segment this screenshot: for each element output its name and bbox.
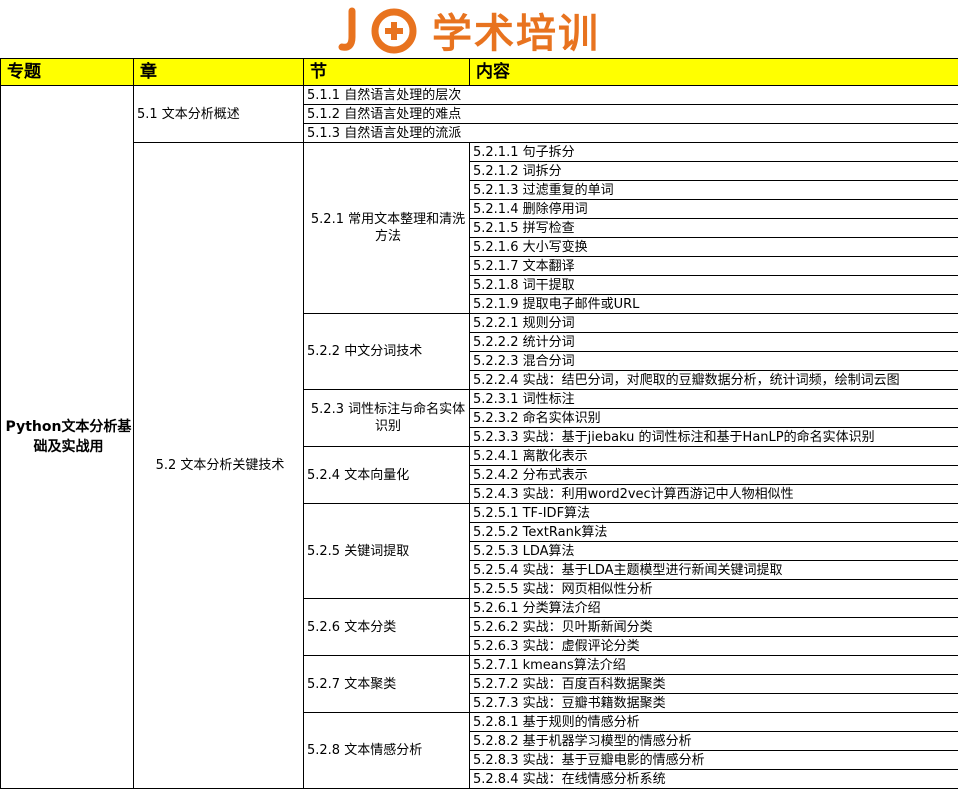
table-row: 5.2 文本分析关键技术 5.2.1 常用文本整理和清洗方法 5.2.1.1 句…: [1, 143, 958, 162]
content-cell: 5.2.5.2 TextRank算法: [470, 523, 958, 542]
content-cell: 5.2.1.2 词拆分: [470, 162, 958, 181]
section-cell: 5.1.1 自然语言处理的层次: [304, 86, 958, 105]
content-cell: 5.2.2.3 混合分词: [470, 352, 958, 371]
column-header-chapter: 章: [134, 59, 304, 86]
column-header-section: 节: [304, 59, 470, 86]
column-header-topic: 专题: [1, 59, 134, 86]
content-cell: 5.2.1.6 大小写变换: [470, 238, 958, 257]
topic-cell: Python文本分析基础及实战用: [1, 86, 134, 789]
content-cell: 5.2.1.7 文本翻译: [470, 257, 958, 276]
section-cell: 5.2.1 常用文本整理和清洗方法: [304, 143, 470, 314]
section-cell: 5.2.7 文本聚类: [304, 656, 470, 713]
content-cell: 5.2.5.4 实战：基于LDA主题模型进行新闻关键词提取: [470, 561, 958, 580]
content-cell: 5.2.8.3 实战：基于豆瓣电影的情感分析: [470, 751, 958, 770]
logo-mark-icon: [338, 5, 424, 55]
content-cell: 5.2.2.2 统计分词: [470, 333, 958, 352]
content-cell: 5.2.1.1 句子拆分: [470, 143, 958, 162]
content-cell: 5.2.7.3 实战：豆瓣书籍数据聚类: [470, 694, 958, 713]
course-outline-table: 专题 章 节 内容 Python文本分析基础及实战用 5.1 文本分析概述 5.…: [0, 58, 958, 789]
table-row: Python文本分析基础及实战用 5.1 文本分析概述 5.1.1 自然语言处理…: [1, 86, 958, 105]
content-cell: 5.2.5.3 LDA算法: [470, 542, 958, 561]
section-cell: 5.2.2 中文分词技术: [304, 314, 470, 390]
content-cell: 5.2.7.2 实战：百度百科数据聚类: [470, 675, 958, 694]
content-cell: 5.2.4.1 离散化表示: [470, 447, 958, 466]
section-cell: 5.1.3 自然语言处理的流派: [304, 124, 958, 143]
content-cell: 5.2.3.1 词性标注: [470, 390, 958, 409]
content-cell: 5.2.6.2 实战：贝叶斯新闻分类: [470, 618, 958, 637]
content-cell: 5.2.2.1 规则分词: [470, 314, 958, 333]
chapter-cell: 5.2 文本分析关键技术: [134, 143, 304, 789]
column-header-content: 内容: [470, 59, 958, 86]
chapter-cell: 5.1 文本分析概述: [134, 86, 304, 143]
content-cell: 5.2.1.5 拼写检查: [470, 219, 958, 238]
content-cell: 5.2.2.4 实战：结巴分词，对爬取的豆瓣数据分析，统计词频，绘制词云图: [470, 371, 958, 390]
content-cell: 5.2.5.5 实战：网页相似性分析: [470, 580, 958, 599]
content-cell: 5.2.4.3 实战：利用word2vec计算西游记中人物相似性: [470, 485, 958, 504]
page-header: 学术培训: [0, 0, 958, 58]
content-cell: 5.2.7.1 kmeans算法介绍: [470, 656, 958, 675]
content-cell: 5.2.1.9 提取电子邮件或URL: [470, 295, 958, 314]
content-cell: 5.2.8.4 实战：在线情感分析系统: [470, 770, 958, 789]
content-cell: 5.2.6.3 实战：虚假评论分类: [470, 637, 958, 656]
content-cell: 5.2.3.3 实战：基于jiebaku 的词性标注和基于HanLP的命名实体识…: [470, 428, 958, 447]
content-cell: 5.2.3.2 命名实体识别: [470, 409, 958, 428]
section-cell: 5.2.4 文本向量化: [304, 447, 470, 504]
content-cell: 5.2.4.2 分布式表示: [470, 466, 958, 485]
section-cell: 5.2.3 词性标注与命名实体识别: [304, 390, 470, 447]
content-cell: 5.2.1.8 词干提取: [470, 276, 958, 295]
section-cell: 5.2.5 关键词提取: [304, 504, 470, 599]
content-cell: 5.2.5.1 TF-IDF算法: [470, 504, 958, 523]
section-cell: 5.1.2 自然语言处理的难点: [304, 105, 958, 124]
logo: 学术培训: [338, 4, 600, 56]
table-header-row: 专题 章 节 内容: [1, 59, 958, 86]
content-cell: 5.2.8.1 基于规则的情感分析: [470, 713, 958, 732]
section-cell: 5.2.8 文本情感分析: [304, 713, 470, 789]
content-cell: 5.2.1.3 过滤重复的单词: [470, 181, 958, 200]
logo-text: 学术培训: [432, 1, 600, 59]
content-cell: 5.2.6.1 分类算法介绍: [470, 599, 958, 618]
content-cell: 5.2.8.2 基于机器学习模型的情感分析: [470, 732, 958, 751]
section-cell: 5.2.6 文本分类: [304, 599, 470, 656]
content-cell: 5.2.1.4 删除停用词: [470, 200, 958, 219]
